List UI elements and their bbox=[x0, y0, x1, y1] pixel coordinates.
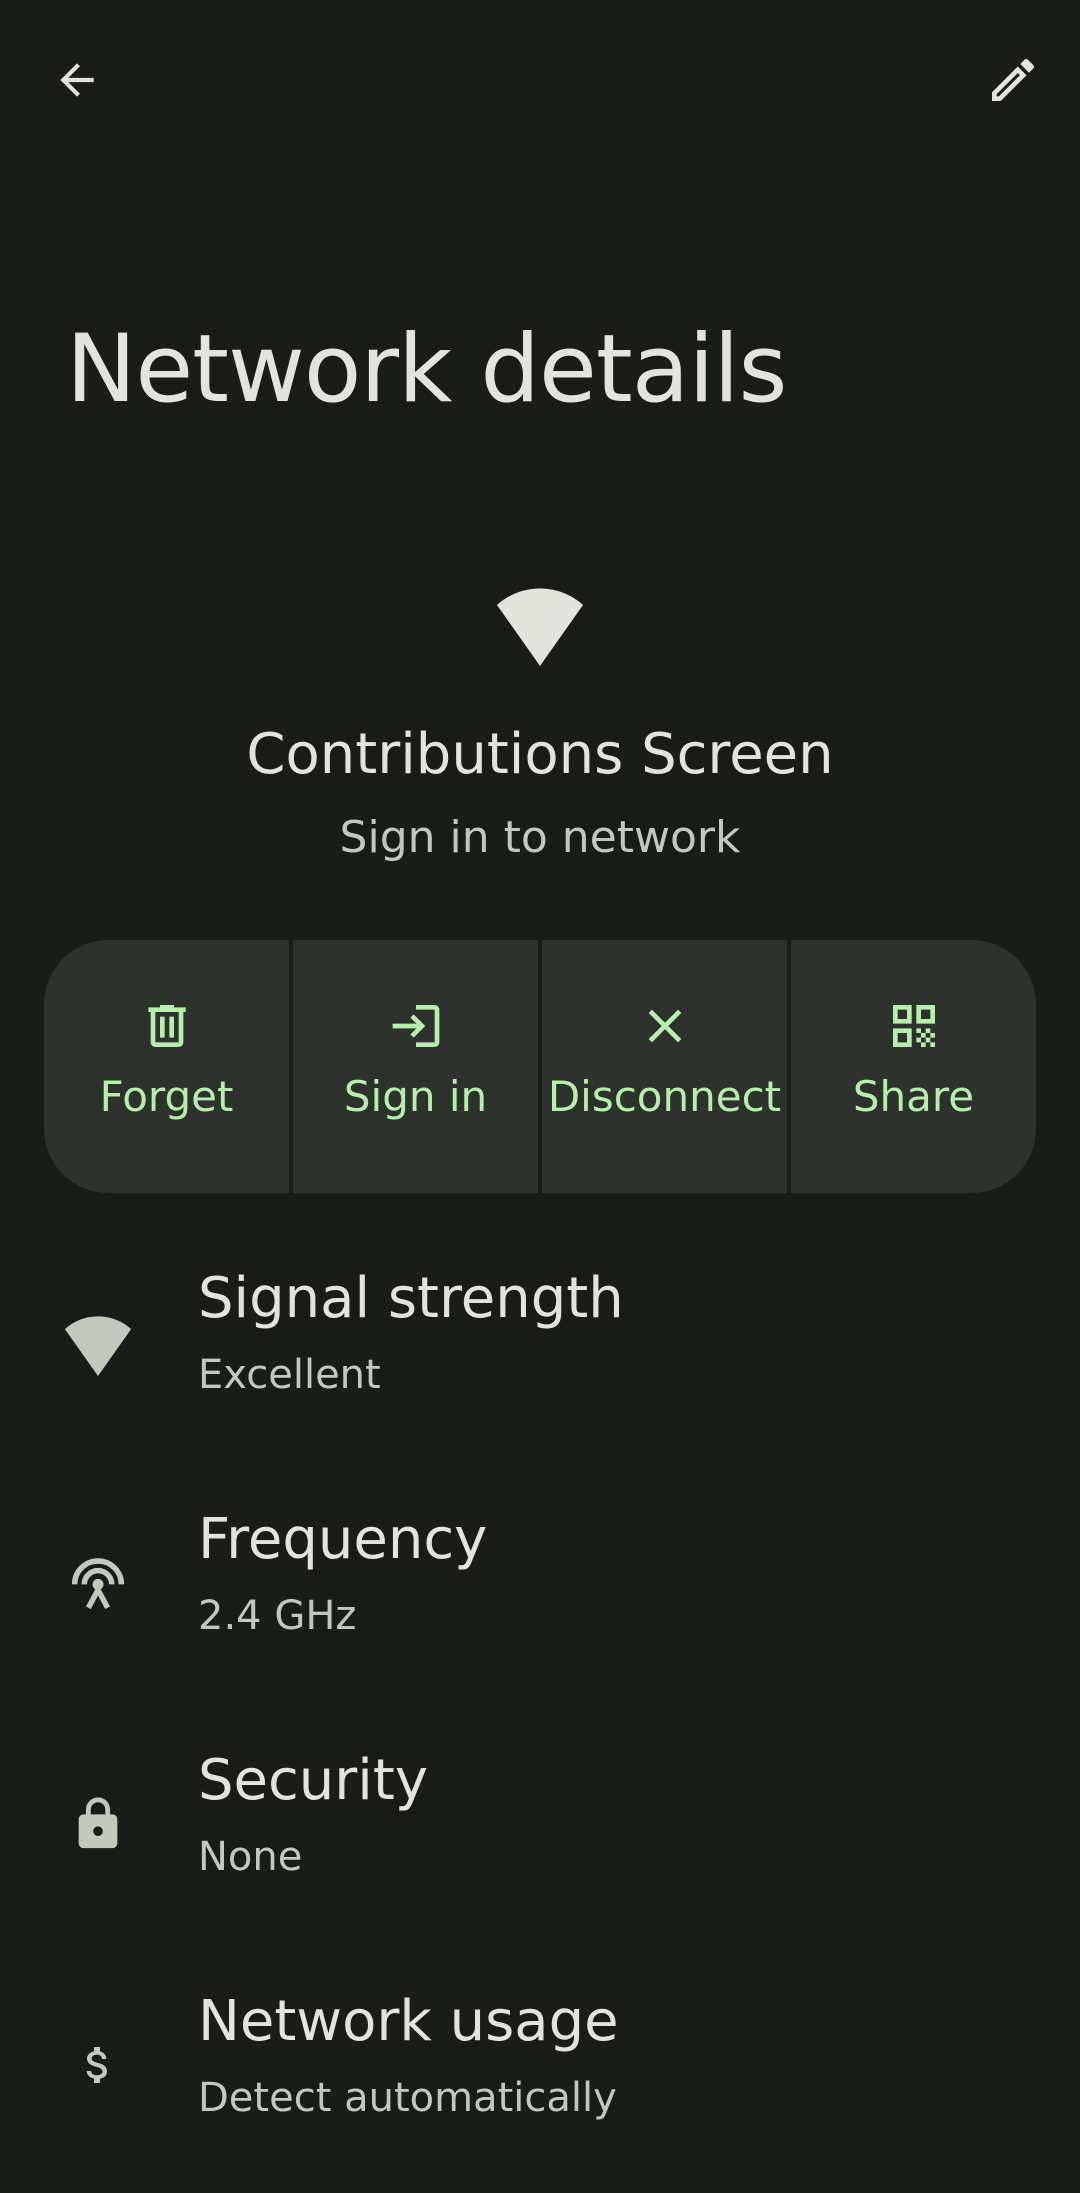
trash-icon bbox=[139, 998, 195, 1054]
signal-strength-row[interactable]: Signal strength Excellent bbox=[0, 1250, 1080, 1470]
network-usage-row[interactable]: Network usage Detect automatically bbox=[0, 1973, 1080, 2193]
arrow-back-icon bbox=[60, 63, 94, 97]
signal-strength-value: Excellent bbox=[198, 1352, 381, 1398]
disconnect-button[interactable]: Disconnect bbox=[542, 940, 787, 1193]
network-status: Sign in to network bbox=[339, 812, 741, 863]
lock-icon bbox=[62, 1788, 134, 1860]
sign-in-button[interactable]: Sign in bbox=[293, 940, 538, 1193]
forget-button[interactable]: Forget bbox=[44, 940, 289, 1193]
antenna-icon bbox=[62, 1547, 134, 1619]
sign-in-label: Sign in bbox=[343, 1072, 488, 1121]
security-title: Security bbox=[198, 1748, 428, 1813]
security-row[interactable]: Security None bbox=[0, 1732, 1080, 1952]
dollar-icon bbox=[62, 2029, 134, 2101]
forget-label: Forget bbox=[99, 1072, 234, 1121]
action-button-group: Forget Sign in Disconnect Share bbox=[44, 940, 1036, 1193]
share-label: Share bbox=[852, 1072, 975, 1121]
frequency-title: Frequency bbox=[198, 1507, 488, 1572]
security-value: None bbox=[198, 1834, 303, 1880]
pencil-icon bbox=[992, 58, 1035, 101]
login-icon bbox=[388, 998, 444, 1054]
back-button[interactable] bbox=[29, 32, 125, 128]
page-title: Network details bbox=[66, 315, 788, 424]
frequency-row[interactable]: Frequency 2.4 GHz bbox=[0, 1491, 1080, 1711]
share-button[interactable]: Share bbox=[791, 940, 1036, 1193]
wifi-icon bbox=[497, 588, 583, 666]
qr-code-icon bbox=[886, 998, 942, 1054]
network-usage-value: Detect automatically bbox=[198, 2075, 617, 2121]
network-usage-title: Network usage bbox=[198, 1989, 619, 2054]
network-name: Contributions Screen bbox=[246, 722, 834, 787]
edit-button[interactable] bbox=[965, 32, 1061, 128]
signal-strength-title: Signal strength bbox=[198, 1266, 624, 1331]
wifi-icon bbox=[62, 1310, 134, 1382]
frequency-value: 2.4 GHz bbox=[198, 1593, 357, 1639]
top-app-bar bbox=[0, 0, 1080, 160]
disconnect-label: Disconnect bbox=[547, 1072, 782, 1121]
close-icon bbox=[637, 998, 693, 1054]
